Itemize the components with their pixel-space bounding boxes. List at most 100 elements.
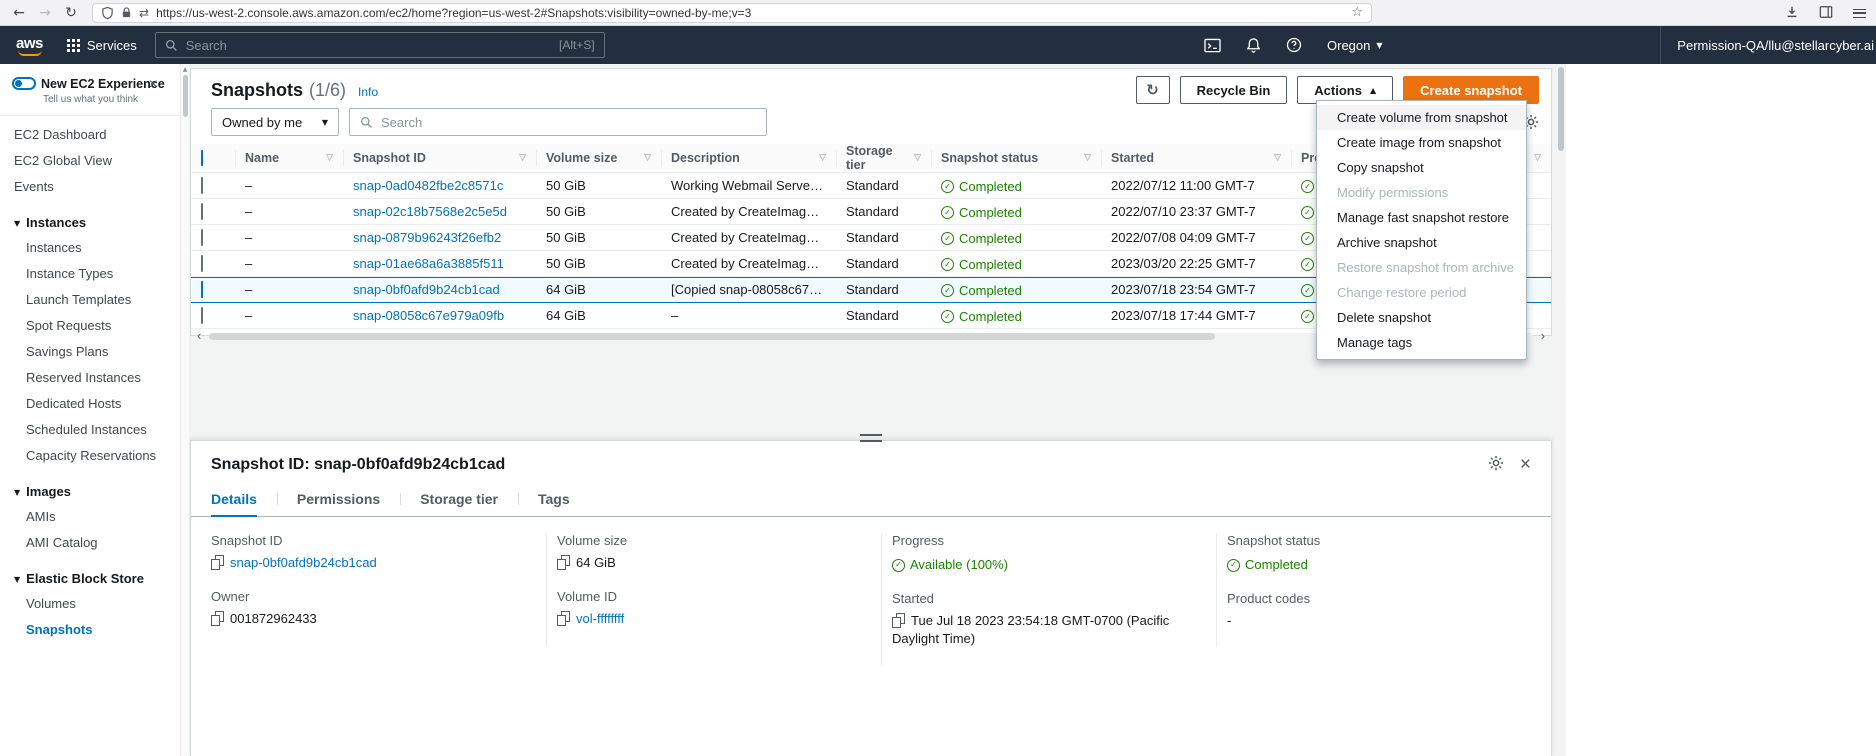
menu-item-copy-snapshot[interactable]: Copy snapshot (1317, 155, 1526, 180)
sidebar-section-instances[interactable]: ▼Instances (0, 210, 180, 235)
main-scrollbar[interactable] (1556, 64, 1566, 756)
panel-settings-gear-icon[interactable] (1488, 455, 1504, 474)
column-header-volume-size[interactable]: Volume size▽ (536, 144, 661, 173)
nav-search-input[interactable] (186, 38, 551, 53)
sort-icon[interactable]: ▽ (1274, 153, 1281, 163)
table-search-box[interactable] (349, 108, 767, 136)
split-panel-drag-handle[interactable] (860, 434, 882, 442)
sidebar-item-scheduled-instances[interactable]: Scheduled Instances (0, 417, 180, 443)
sidebar-item-capacity-reservations[interactable]: Capacity Reservations (0, 443, 180, 469)
copy-icon[interactable] (557, 611, 569, 625)
row-checkbox[interactable] (201, 307, 203, 324)
sidebar-item-volumes[interactable]: Volumes (0, 591, 180, 617)
copy-icon[interactable] (211, 555, 223, 569)
sort-icon[interactable]: ▽ (914, 153, 921, 163)
row-checkbox[interactable] (201, 229, 203, 246)
browser-back-button[interactable]: ← (8, 5, 30, 21)
snapshot-id-link[interactable]: snap-08058c67e979a09fb (353, 308, 504, 323)
row-checkbox[interactable] (201, 281, 203, 298)
menu-item-archive-snapshot[interactable]: Archive snapshot (1317, 230, 1526, 255)
recycle-bin-button[interactable]: Recycle Bin (1180, 76, 1288, 104)
help-icon[interactable] (1286, 37, 1302, 53)
scrollbar-thumb[interactable] (183, 75, 188, 117)
sidebar-item-ami-catalog[interactable]: AMI Catalog (0, 530, 180, 556)
tab-storage-tier[interactable]: Storage tier (420, 484, 498, 516)
scrollbar-thumb[interactable] (1558, 67, 1564, 151)
column-header-name[interactable]: Name▽ (235, 144, 343, 173)
refresh-button[interactable]: ↻ (1136, 76, 1170, 104)
sidebar-item-instance-types[interactable]: Instance Types (0, 261, 180, 287)
services-menu[interactable]: Services (67, 38, 137, 53)
row-checkbox[interactable] (201, 177, 203, 194)
scroll-up-icon[interactable]: ▲ (181, 64, 189, 73)
sort-icon[interactable]: ▽ (519, 153, 526, 163)
column-header-snapshot-id[interactable]: Snapshot ID▽ (343, 144, 536, 173)
sidebar-item-events[interactable]: Events (0, 174, 180, 200)
url-input[interactable] (156, 6, 1344, 20)
scroll-left-icon[interactable]: ‹ (197, 330, 201, 342)
snapshot-id-link[interactable]: snap-0bf0afd9b24cb1cad (230, 555, 377, 570)
browser-reload-button[interactable]: ↻ (60, 5, 82, 21)
tab-permissions[interactable]: Permissions (297, 484, 380, 516)
snapshot-id-link[interactable]: snap-01ae68a6a3885f511 (353, 256, 504, 271)
sidebar-item-savings-plans[interactable]: Savings Plans (0, 339, 180, 365)
volume-id-link[interactable]: vol-ffffffff (576, 611, 624, 626)
scrollbar-thumb[interactable] (209, 333, 1215, 340)
scroll-right-icon[interactable]: › (1541, 330, 1545, 342)
sidebar-item-spot-requests[interactable]: Spot Requests (0, 313, 180, 339)
snapshot-id-link[interactable]: snap-0bf0afd9b24cb1cad (353, 282, 500, 297)
menu-item-manage-tags[interactable]: Manage tags (1317, 330, 1526, 355)
sidebar-scrollbar[interactable]: ▲ (180, 64, 189, 756)
copy-icon[interactable] (557, 555, 569, 569)
snapshot-id-link[interactable]: snap-02c18b7568e2c5e5d (353, 204, 507, 219)
table-search-input[interactable] (381, 115, 756, 130)
column-header-description[interactable]: Description▽ (661, 144, 836, 173)
sidebar-item-snapshots[interactable]: Snapshots (0, 617, 180, 643)
sidebar-item-reserved-instances[interactable]: Reserved Instances (0, 365, 180, 391)
snapshot-id-link[interactable]: snap-0879b96243f26efb2 (353, 230, 501, 245)
lock-icon[interactable] (121, 6, 132, 19)
sidebar-item-launch-templates[interactable]: Launch Templates (0, 287, 180, 313)
tab-details[interactable]: Details (211, 484, 257, 517)
banner-close-icon[interactable]: × (149, 80, 158, 90)
sort-icon[interactable]: ▽ (819, 153, 826, 163)
sidebar-item-dedicated-hosts[interactable]: Dedicated Hosts (0, 391, 180, 417)
sidebar-section-images[interactable]: ▼Images (0, 479, 180, 504)
panel-close-icon[interactable]: × (1520, 458, 1531, 472)
tracking-shield-icon[interactable] (101, 6, 114, 20)
sidebar-item-ec2-dashboard[interactable]: EC2 Dashboard (0, 122, 180, 148)
select-all-header[interactable] (191, 144, 235, 173)
copy-icon[interactable] (892, 613, 904, 627)
sort-icon[interactable]: ▽ (644, 153, 651, 163)
menu-item-manage-fast-snapshot-restore[interactable]: Manage fast snapshot restore (1317, 205, 1526, 230)
copy-icon[interactable] (211, 611, 223, 625)
menu-icon[interactable] (1853, 9, 1866, 18)
menu-item-delete-snapshot[interactable]: Delete snapshot (1317, 305, 1526, 330)
snapshot-id-link[interactable]: snap-0ad0482fbe2c8571c (353, 178, 503, 193)
sort-icon[interactable]: ▽ (1084, 153, 1091, 163)
browser-forward-button[interactable]: → (34, 5, 56, 21)
sidebar-item-ec2-global-view[interactable]: EC2 Global View (0, 148, 180, 174)
select-all-checkbox[interactable] (201, 150, 203, 166)
account-menu[interactable]: Permission-QA/llu@stellarcyber.ai (1660, 26, 1874, 64)
experience-toggle[interactable] (12, 77, 36, 90)
tab-tags[interactable]: Tags (538, 484, 570, 516)
sort-icon[interactable]: ▽ (1534, 153, 1541, 163)
column-header-storage-tier[interactable]: Storage tier▽ (836, 144, 931, 173)
info-link[interactable]: Info (358, 85, 378, 99)
row-checkbox[interactable] (201, 255, 203, 272)
sidebar-item-amis[interactable]: AMIs (0, 504, 180, 530)
row-checkbox[interactable] (201, 203, 203, 220)
bookmark-star-icon[interactable]: ☆ (1351, 5, 1363, 20)
menu-item-create-volume-from-snapshot[interactable]: Create volume from snapshot (1317, 105, 1526, 130)
downloads-icon[interactable] (1785, 5, 1799, 22)
aws-logo[interactable]: aws (16, 35, 43, 56)
sidebar-section-elastic-block-store[interactable]: ▼Elastic Block Store (0, 566, 180, 591)
sort-icon[interactable]: ▽ (326, 153, 333, 163)
column-header-snapshot-status[interactable]: Snapshot status▽ (931, 144, 1101, 173)
sidebar-item-instances[interactable]: Instances (0, 235, 180, 261)
notifications-bell-icon[interactable] (1246, 37, 1261, 53)
region-selector[interactable]: Oregon ▼ (1327, 38, 1383, 53)
nav-search[interactable]: [Alt+S] (155, 32, 605, 58)
cloudshell-icon[interactable] (1204, 38, 1221, 53)
